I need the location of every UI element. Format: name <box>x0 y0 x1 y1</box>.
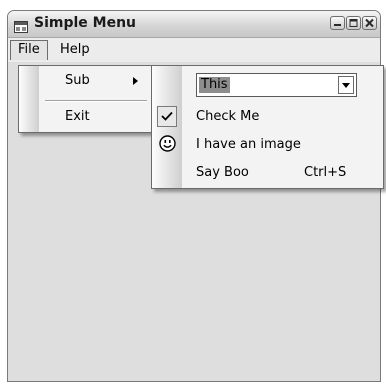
menu-gutter <box>19 66 39 132</box>
app-window-icon <box>14 18 28 33</box>
menu-separator <box>45 100 147 102</box>
sub-dropdown: This Check Me I have an image Say Boo Ct… <box>151 65 384 189</box>
menu-item-exit[interactable]: Exit <box>65 109 90 124</box>
shortcut-label: Ctrl+S <box>304 165 347 180</box>
title-bar[interactable]: Simple Menu <box>8 11 380 38</box>
menu-combobox[interactable]: This <box>196 73 357 97</box>
close-icon <box>365 18 374 28</box>
checkmark-icon <box>161 111 173 121</box>
menu-item-check-me[interactable]: Check Me <box>196 109 259 124</box>
combobox-value[interactable]: This <box>199 77 230 93</box>
close-button[interactable] <box>362 16 377 30</box>
menu-help[interactable]: Help <box>53 40 97 60</box>
smiley-icon <box>159 135 176 156</box>
maximize-icon <box>349 19 358 27</box>
submenu-arrow-icon <box>133 77 138 85</box>
menu-item-say-boo[interactable]: Say Boo <box>196 165 249 180</box>
minimize-button[interactable] <box>330 16 345 30</box>
file-dropdown: Sub Exit <box>18 65 152 133</box>
window-title: Simple Menu <box>34 15 137 31</box>
check-indicator <box>157 106 177 127</box>
minimize-icon <box>334 24 341 26</box>
menu-item-image[interactable]: I have an image <box>196 137 301 152</box>
menu-file[interactable]: File <box>10 40 48 60</box>
menu-bar: File Help <box>8 38 380 62</box>
chevron-down-icon[interactable] <box>338 76 354 94</box>
menu-gutter <box>152 66 182 188</box>
menu-item-sub[interactable]: Sub <box>65 73 90 88</box>
maximize-button[interactable] <box>346 16 361 30</box>
